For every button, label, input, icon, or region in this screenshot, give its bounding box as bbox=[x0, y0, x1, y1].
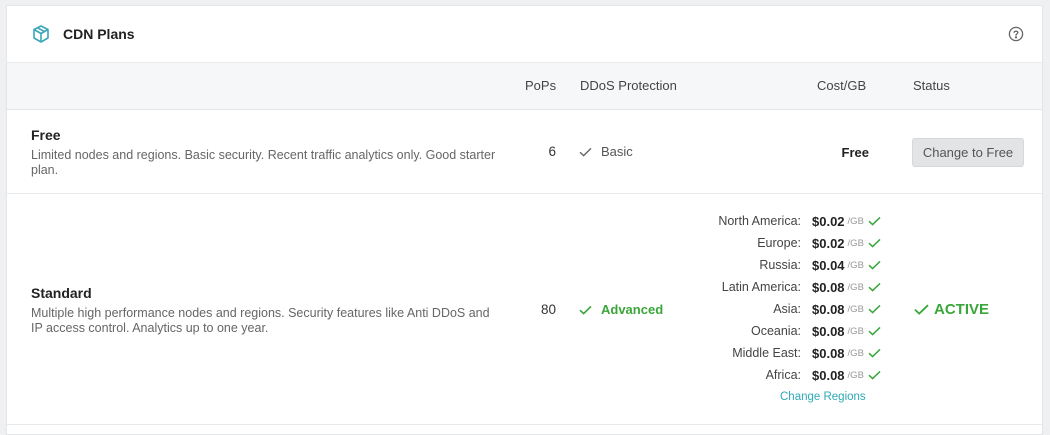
check-icon bbox=[579, 147, 601, 157]
region-unit: /GB bbox=[847, 347, 864, 359]
region-unit: /GB bbox=[847, 259, 864, 271]
region-unit: /GB bbox=[847, 281, 864, 293]
region-price: $0.08 bbox=[812, 301, 845, 317]
region-price: $0.08 bbox=[812, 367, 845, 383]
pops-count: 6 bbox=[548, 144, 556, 159]
panel-header: CDN Plans bbox=[7, 6, 1042, 63]
region-name: Oceania: bbox=[750, 324, 801, 338]
plan-row-free: Free Limited nodes and regions. Basic se… bbox=[7, 110, 1042, 194]
region-price: $0.08 bbox=[812, 323, 845, 339]
region-price: $0.08 bbox=[812, 345, 845, 361]
region-unit: /GB bbox=[847, 369, 864, 381]
status-badge: ACTIVE bbox=[914, 301, 989, 318]
pops-count: 80 bbox=[540, 302, 556, 317]
region-price-list: North America: $0.02 /GB Europe: $0.02 /… bbox=[647, 210, 897, 386]
plan-description: Limited nodes and regions. Basic securit… bbox=[31, 148, 496, 177]
page-title: CDN Plans bbox=[63, 26, 135, 42]
region-name: Asia: bbox=[773, 302, 801, 316]
check-icon bbox=[868, 326, 881, 336]
check-icon bbox=[914, 304, 934, 315]
cube-icon bbox=[31, 24, 51, 44]
list-item: Europe: $0.02 /GB bbox=[647, 232, 897, 254]
region-name: North America: bbox=[718, 214, 801, 228]
list-item: Middle East: $0.08 /GB bbox=[647, 342, 897, 364]
list-item: Oceania: $0.08 /GB bbox=[647, 320, 897, 342]
region-unit: /GB bbox=[847, 325, 864, 337]
region-unit: /GB bbox=[847, 237, 864, 249]
check-icon bbox=[868, 370, 881, 380]
plan-name: Standard bbox=[31, 285, 92, 301]
plan-row-standard: Standard Multiple high performance nodes… bbox=[7, 194, 1042, 425]
check-icon bbox=[868, 238, 881, 248]
list-item: Africa: $0.08 /GB bbox=[647, 364, 897, 386]
region-name: Middle East: bbox=[732, 346, 801, 360]
cdn-plans-panel: CDN Plans PoPs DDoS Protection Cost/GB S… bbox=[6, 5, 1043, 435]
check-icon bbox=[868, 216, 881, 226]
table-header: PoPs DDoS Protection Cost/GB Status bbox=[7, 63, 1042, 110]
region-name: Africa: bbox=[765, 368, 801, 382]
region-price: $0.02 bbox=[812, 213, 845, 229]
list-item: North America: $0.02 /GB bbox=[647, 210, 897, 232]
change-to-free-button[interactable]: Change to Free bbox=[912, 138, 1024, 167]
column-header-ddos: DDoS Protection bbox=[580, 78, 677, 93]
list-item: Latin America: $0.08 /GB bbox=[647, 276, 897, 298]
region-unit: /GB bbox=[847, 303, 864, 315]
plan-name: Free bbox=[31, 127, 61, 143]
check-icon bbox=[868, 260, 881, 270]
region-price: $0.08 bbox=[812, 279, 845, 295]
column-header-status: Status bbox=[913, 78, 950, 93]
ddos-level: Basic bbox=[601, 144, 633, 159]
check-icon bbox=[868, 282, 881, 292]
region-unit: /GB bbox=[847, 215, 864, 227]
list-item: Russia: $0.04 /GB bbox=[647, 254, 897, 276]
region-price: $0.04 bbox=[812, 257, 845, 273]
cost-per-gb: Free bbox=[841, 145, 869, 160]
region-name: Europe: bbox=[757, 236, 801, 250]
check-icon bbox=[579, 305, 601, 315]
list-item: Asia: $0.08 /GB bbox=[647, 298, 897, 320]
column-header-cost: Cost/GB bbox=[817, 78, 867, 93]
plan-description: Multiple high performance nodes and regi… bbox=[31, 306, 490, 335]
check-icon bbox=[868, 304, 881, 314]
change-regions-link[interactable]: Change Regions bbox=[780, 391, 866, 403]
region-price: $0.02 bbox=[812, 235, 845, 251]
help-circle-icon[interactable] bbox=[1008, 26, 1024, 42]
region-name: Russia: bbox=[759, 258, 801, 272]
ddos-protection: Basic bbox=[579, 144, 633, 159]
check-icon bbox=[868, 348, 881, 358]
column-header-pops: PoPs bbox=[525, 78, 557, 93]
status-label: ACTIVE bbox=[934, 301, 990, 318]
region-name: Latin America: bbox=[721, 280, 801, 294]
